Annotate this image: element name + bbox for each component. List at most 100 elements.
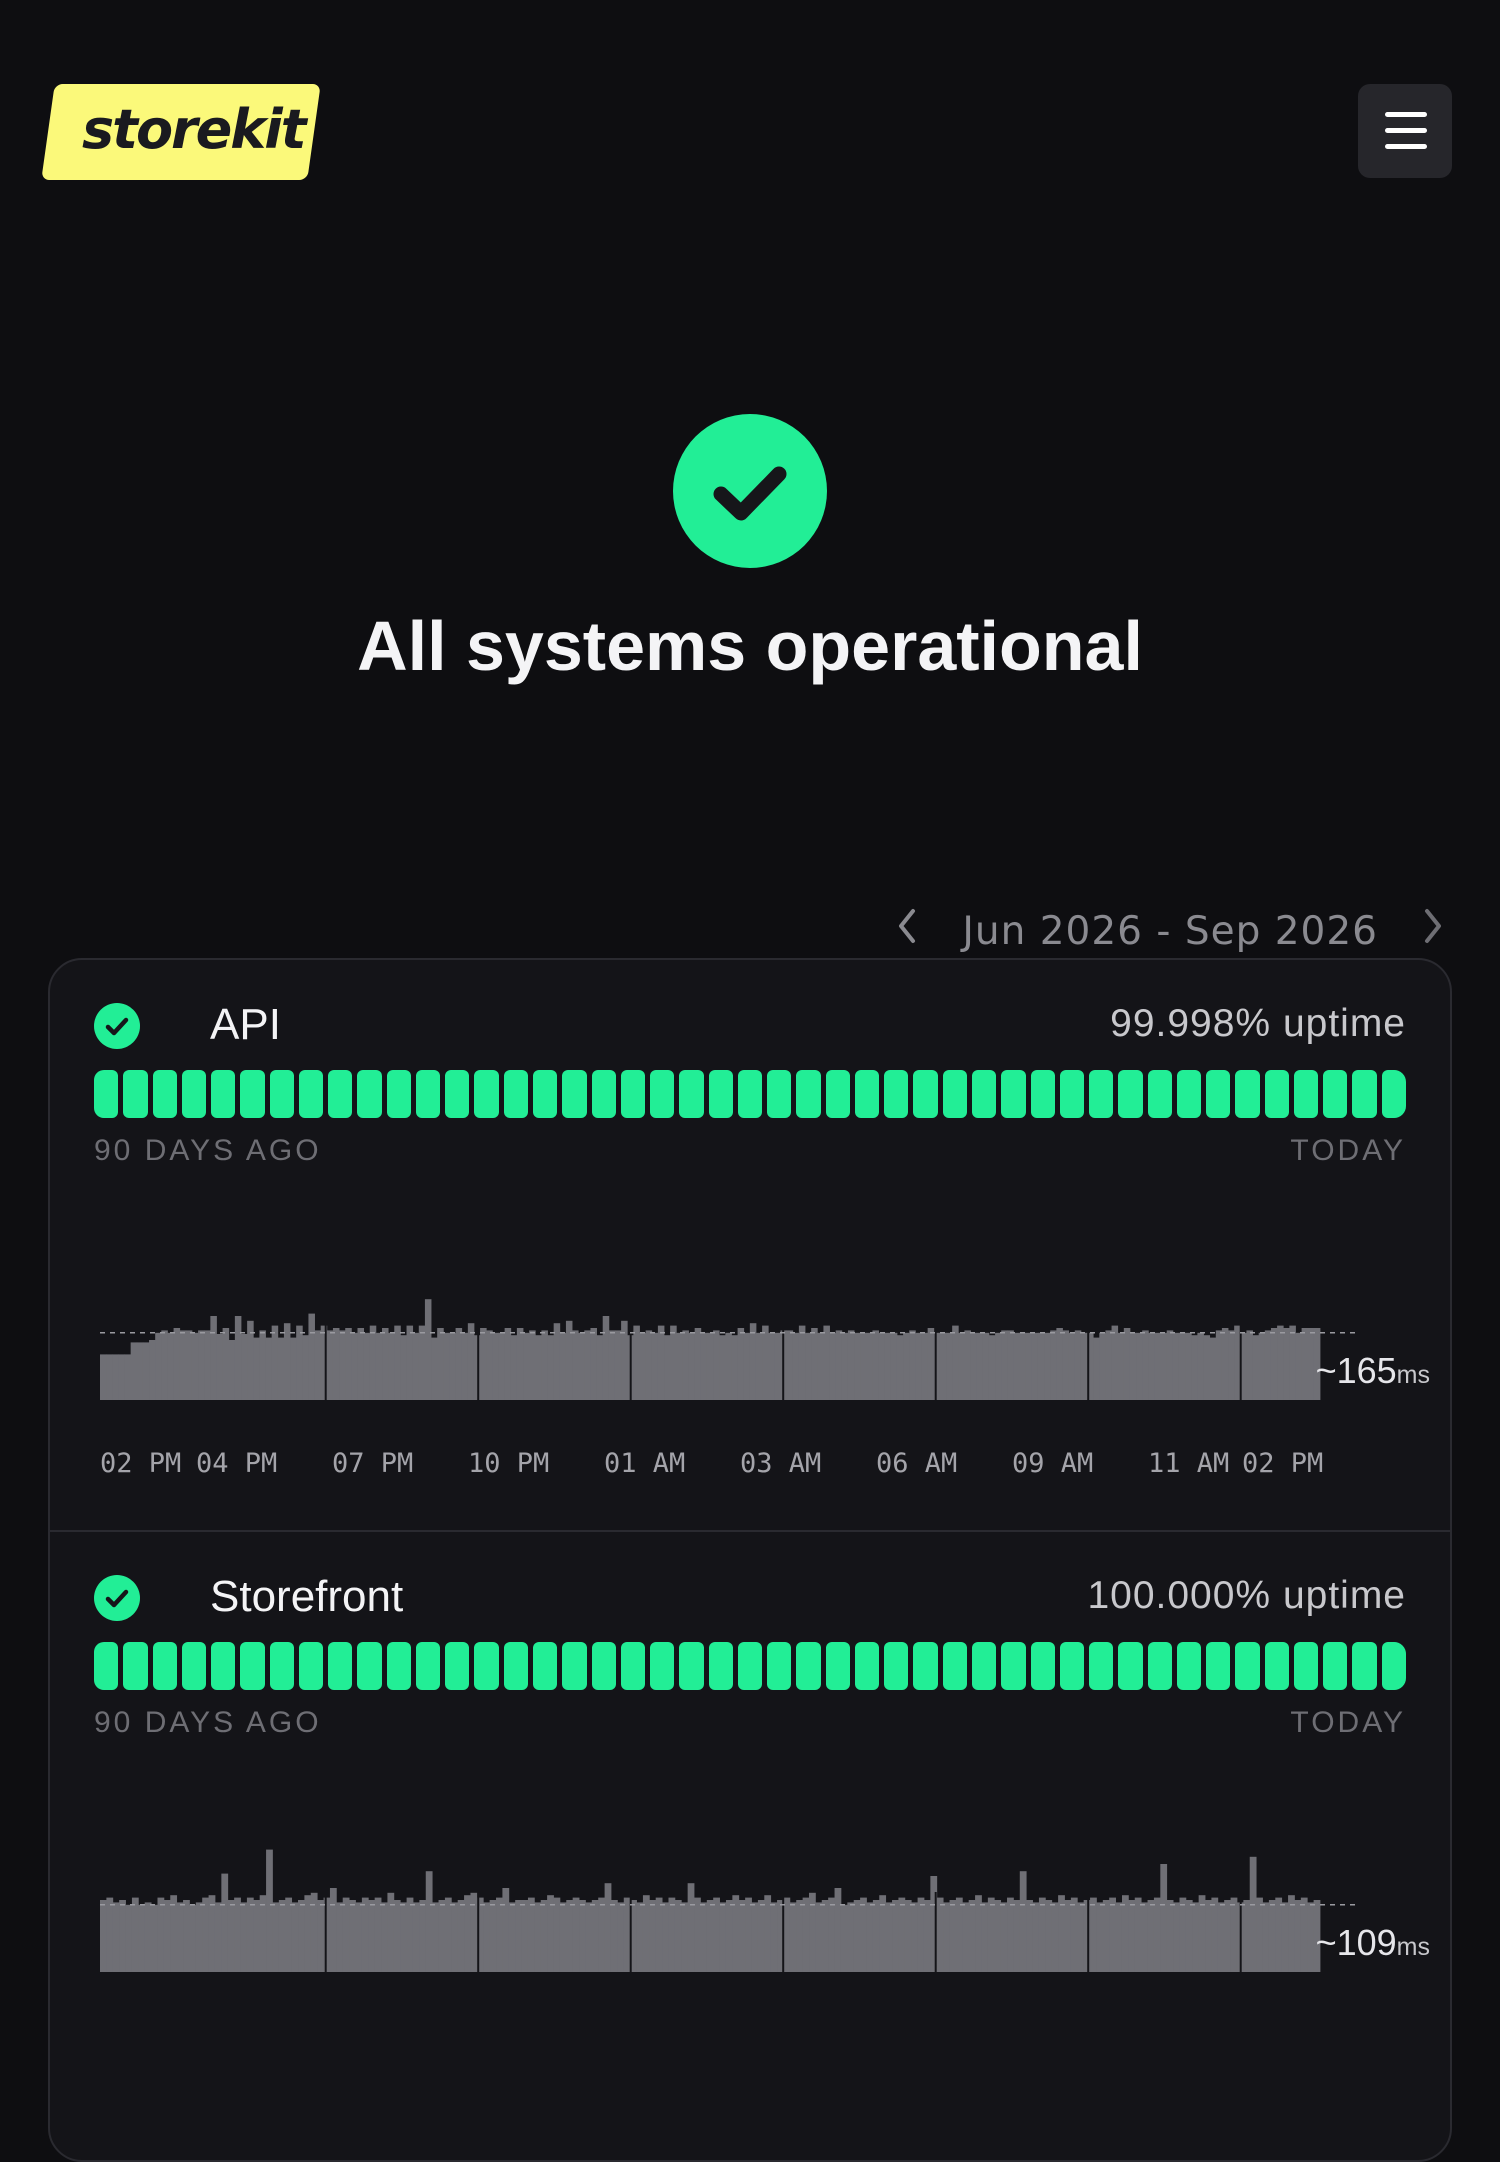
uptime-day-segment[interactable]: [737, 1070, 763, 1118]
uptime-day-segment[interactable]: [532, 1070, 558, 1118]
uptime-day-segment[interactable]: [971, 1642, 997, 1690]
uptime-day-segment[interactable]: [474, 1070, 499, 1118]
uptime-day-segment[interactable]: [679, 1070, 704, 1118]
uptime-day-segment[interactable]: [240, 1642, 265, 1690]
uptime-day-segment[interactable]: [562, 1642, 587, 1690]
uptime-day-segment[interactable]: [1264, 1070, 1289, 1118]
uptime-day-segment[interactable]: [386, 1642, 411, 1690]
uptime-day-segment[interactable]: [328, 1070, 353, 1118]
uptime-day-segment[interactable]: [796, 1070, 821, 1118]
uptime-day-segment[interactable]: [152, 1070, 177, 1118]
uptime-day-segment[interactable]: [94, 1642, 119, 1690]
uptime-day-segment[interactable]: [1293, 1070, 1319, 1118]
uptime-day-segment[interactable]: [1059, 1642, 1085, 1690]
uptime-day-segment[interactable]: [708, 1642, 733, 1690]
uptime-day-segment[interactable]: [298, 1070, 324, 1118]
uptime-day-segment[interactable]: [620, 1070, 646, 1118]
uptime-day-segment[interactable]: [679, 1642, 704, 1690]
uptime-day-segment[interactable]: [181, 1070, 207, 1118]
uptime-day-segment[interactable]: [854, 1642, 880, 1690]
uptime-day-segment[interactable]: [123, 1070, 148, 1118]
uptime-day-segment[interactable]: [1118, 1642, 1143, 1690]
uptime-day-segment[interactable]: [269, 1642, 294, 1690]
uptime-day-segment[interactable]: [1235, 1642, 1260, 1690]
chevron-right-icon[interactable]: [1412, 906, 1452, 956]
uptime-day-segment[interactable]: [1235, 1070, 1260, 1118]
uptime-day-segment[interactable]: [328, 1642, 353, 1690]
uptime-day-segment[interactable]: [240, 1070, 265, 1118]
uptime-day-segment[interactable]: [415, 1642, 441, 1690]
uptime-day-segment[interactable]: [1001, 1070, 1026, 1118]
uptime-day-segment[interactable]: [767, 1642, 792, 1690]
uptime-day-segment[interactable]: [854, 1070, 880, 1118]
uptime-day-segment[interactable]: [152, 1642, 177, 1690]
uptime-day-segment[interactable]: [123, 1642, 148, 1690]
uptime-day-segment[interactable]: [620, 1642, 646, 1690]
uptime-day-segment[interactable]: [1381, 1070, 1406, 1118]
uptime-day-segment[interactable]: [1030, 1070, 1055, 1118]
logo-text[interactable]: storekit: [82, 98, 307, 161]
uptime-day-segment[interactable]: [503, 1642, 528, 1690]
uptime-day-segment[interactable]: [1352, 1642, 1377, 1690]
service-name[interactable]: Storefront: [210, 1572, 403, 1622]
uptime-day-segment[interactable]: [298, 1642, 324, 1690]
uptime-day-segment[interactable]: [357, 1642, 382, 1690]
uptime-day-segment[interactable]: [211, 1642, 236, 1690]
latency-chart[interactable]: ~165ms: [100, 1260, 1430, 1460]
uptime-day-segment[interactable]: [1147, 1070, 1172, 1118]
uptime-day-segment[interactable]: [1089, 1070, 1114, 1118]
menu-button[interactable]: [1358, 84, 1452, 178]
uptime-day-segment[interactable]: [913, 1070, 938, 1118]
uptime-day-segment[interactable]: [1059, 1070, 1085, 1118]
uptime-day-segment[interactable]: [474, 1642, 499, 1690]
uptime-day-segment[interactable]: [532, 1642, 558, 1690]
uptime-day-segment[interactable]: [1176, 1070, 1202, 1118]
uptime-day-segment[interactable]: [1323, 1070, 1348, 1118]
uptime-day-segment[interactable]: [650, 1070, 675, 1118]
latency-chart[interactable]: ~109ms: [100, 1832, 1430, 2032]
uptime-day-segment[interactable]: [1206, 1642, 1231, 1690]
uptime-day-segment[interactable]: [211, 1070, 236, 1118]
uptime-day-segment[interactable]: [825, 1642, 850, 1690]
uptime-day-segment[interactable]: [1030, 1642, 1055, 1690]
uptime-day-segment[interactable]: [737, 1642, 763, 1690]
uptime-day-segment[interactable]: [1293, 1642, 1319, 1690]
uptime-day-segment[interactable]: [591, 1070, 616, 1118]
uptime-day-segment[interactable]: [1264, 1642, 1289, 1690]
uptime-day-segment[interactable]: [94, 1070, 119, 1118]
uptime-day-segment[interactable]: [971, 1070, 997, 1118]
uptime-day-segment[interactable]: [445, 1642, 470, 1690]
chevron-left-icon[interactable]: [888, 906, 928, 956]
uptime-day-segment[interactable]: [708, 1070, 733, 1118]
uptime-day-segment[interactable]: [386, 1070, 411, 1118]
uptime-day-segment[interactable]: [1352, 1070, 1377, 1118]
uptime-day-segment[interactable]: [445, 1070, 470, 1118]
uptime-bar[interactable]: [94, 1642, 1406, 1690]
uptime-day-segment[interactable]: [503, 1070, 528, 1118]
uptime-day-segment[interactable]: [1089, 1642, 1114, 1690]
uptime-day-segment[interactable]: [796, 1642, 821, 1690]
uptime-day-segment[interactable]: [650, 1642, 675, 1690]
uptime-day-segment[interactable]: [767, 1070, 792, 1118]
uptime-day-segment[interactable]: [1381, 1642, 1406, 1690]
uptime-day-segment[interactable]: [1147, 1642, 1172, 1690]
uptime-day-segment[interactable]: [181, 1642, 207, 1690]
uptime-day-segment[interactable]: [269, 1070, 294, 1118]
uptime-day-segment[interactable]: [913, 1642, 938, 1690]
uptime-day-segment[interactable]: [1323, 1642, 1348, 1690]
uptime-day-segment[interactable]: [942, 1070, 967, 1118]
uptime-day-segment[interactable]: [1176, 1642, 1202, 1690]
uptime-day-segment[interactable]: [942, 1642, 967, 1690]
uptime-day-segment[interactable]: [562, 1070, 587, 1118]
uptime-day-segment[interactable]: [415, 1070, 441, 1118]
uptime-day-segment[interactable]: [884, 1070, 909, 1118]
uptime-day-segment[interactable]: [1001, 1642, 1026, 1690]
uptime-day-segment[interactable]: [1206, 1070, 1231, 1118]
uptime-day-segment[interactable]: [591, 1642, 616, 1690]
uptime-bar[interactable]: [94, 1070, 1406, 1118]
uptime-day-segment[interactable]: [884, 1642, 909, 1690]
uptime-day-segment[interactable]: [1118, 1070, 1143, 1118]
uptime-day-segment[interactable]: [825, 1070, 850, 1118]
service-name[interactable]: API: [210, 1000, 281, 1050]
uptime-day-segment[interactable]: [357, 1070, 382, 1118]
